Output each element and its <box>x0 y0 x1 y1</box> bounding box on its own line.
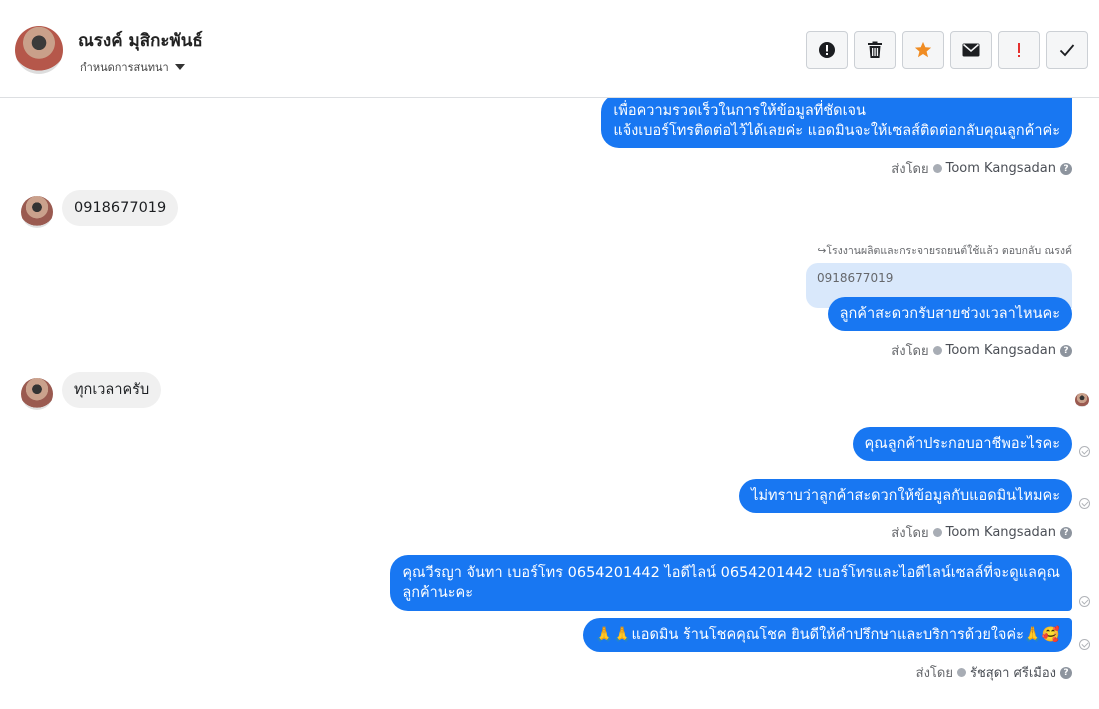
exclamation-icon <box>1018 43 1020 57</box>
sent-by-label: ส่งโดย <box>891 526 929 541</box>
follow-up-button[interactable] <box>998 31 1040 69</box>
message-text: แจ้งเบอร์โทรติดต่อไว้ได้เลยค่ะ แอดมินจะใ… <box>613 123 1060 139</box>
delivered-check-icon <box>1079 596 1090 607</box>
outgoing-message[interactable]: ลูกค้าสะดวกรับสายช่วงเวลาไหนคะ <box>827 297 1072 331</box>
help-icon[interactable]: ? <box>1060 666 1072 679</box>
trash-icon <box>868 41 882 58</box>
delivered-check-icon <box>1079 498 1090 509</box>
caret-down-icon <box>174 64 185 70</box>
message-text: เพื่อความรวดเร็วในการให้ข้อมูลที่ชัดเจน <box>613 103 866 119</box>
delivered-check-icon <box>1079 446 1090 457</box>
sent-by-info: ส่งโดย Toom Kangsadan ? <box>891 158 1072 179</box>
alert-circle-icon <box>819 42 835 58</box>
message-text: ทุกเวลาครับ <box>74 382 150 398</box>
sender-avatar <box>21 378 53 410</box>
conversation-schedule-dropdown[interactable]: กำหนดการสนทนา <box>80 58 185 76</box>
agent-name: รัชสุดา ศรีเมือง <box>969 666 1056 681</box>
delete-button[interactable] <box>854 31 896 69</box>
help-icon[interactable]: ? <box>1060 344 1072 357</box>
sent-by-info: ส่งโดย Toom Kangsadan ? <box>891 522 1072 543</box>
conversation-schedule-label: กำหนดการสนทนา <box>80 61 169 74</box>
agent-name: Toom Kangsadan <box>945 161 1056 176</box>
star-icon <box>914 41 932 58</box>
incoming-message[interactable]: ทุกเวลาครับ <box>62 372 162 408</box>
outgoing-message[interactable]: คุณลูกค้าประกอบอาชีพอะไรคะ <box>852 427 1072 461</box>
message-thread[interactable]: เพื่อความรวดเร็วในการให้ข้อมูลที่ชัดเจน … <box>0 98 1099 709</box>
sent-by-info: ส่งโดย Toom Kangsadan ? <box>891 340 1072 361</box>
help-icon[interactable]: ? <box>1060 526 1072 539</box>
message-toolbar <box>806 31 1088 69</box>
verified-icon <box>932 346 942 355</box>
mark-unread-button[interactable] <box>950 31 992 69</box>
outgoing-message[interactable]: คุณวีรญา จันทา เบอร์โทร 0654201442 ไอดีไ… <box>390 555 1072 611</box>
agent-name: Toom Kangsadan <box>945 343 1056 358</box>
sent-by-label: ส่งโดย <box>891 162 929 177</box>
verified-icon <box>932 164 942 173</box>
message-text: ลูกค้านะคะ <box>402 585 474 601</box>
seen-avatar <box>1075 393 1089 407</box>
outgoing-message[interactable]: ไม่ทราบว่าลูกค้าสะดวกให้ข้อมูลกับแอดมินไ… <box>739 479 1072 513</box>
verified-icon <box>932 528 942 537</box>
sender-avatar <box>21 196 53 228</box>
message-text: 🙏🙏แอดมิน ร้านโชคคุณโชค ยินดีให้คำปรึกษาแ… <box>595 627 1060 643</box>
envelope-icon <box>962 43 980 57</box>
verified-icon <box>956 668 966 677</box>
check-icon <box>1059 44 1075 57</box>
star-button[interactable] <box>902 31 944 69</box>
sent-by-label: ส่งโดย <box>891 344 929 359</box>
contact-avatar[interactable] <box>15 26 63 74</box>
incoming-message[interactable]: 0918677019 <box>62 190 179 226</box>
help-icon[interactable]: ? <box>1060 162 1072 175</box>
message-text: ลูกค้าสะดวกรับสายช่วงเวลาไหนคะ <box>839 306 1060 322</box>
outgoing-message[interactable]: เพื่อความรวดเร็วในการให้ข้อมูลที่ชัดเจน … <box>601 98 1072 148</box>
agent-name: Toom Kangsadan <box>945 525 1056 540</box>
message-text: 0918677019 <box>74 200 167 216</box>
mark-spam-button[interactable] <box>806 31 848 69</box>
message-text: ไม่ทราบว่าลูกค้าสะดวกให้ข้อมูลกับแอดมินไ… <box>751 488 1060 504</box>
message-text: คุณลูกค้าประกอบอาชีพอะไรคะ <box>864 436 1060 452</box>
message-text: คุณวีรญา จันทา เบอร์โทร 0654201442 ไอดีไ… <box>402 565 1060 581</box>
mark-done-button[interactable] <box>1046 31 1088 69</box>
conversation-header: ณรงค์ มุสิกะพันธ์ กำหนดการสนทนา <box>0 0 1099 98</box>
quoted-text: 0918677019 <box>817 271 894 285</box>
contact-name: ณรงค์ มุสิกะพันธ์ <box>78 31 203 51</box>
reply-context: ↪โรงงานผลิตและกระจายรถยนต์ใช้แล้ว ตอบกลั… <box>817 245 1072 257</box>
sent-by-label: ส่งโดย <box>915 666 953 681</box>
sent-by-info: ส่งโดย รัชสุดา ศรีเมือง ? <box>916 662 1072 683</box>
outgoing-message[interactable]: 🙏🙏แอดมิน ร้านโชคคุณโชค ยินดีให้คำปรึกษาแ… <box>583 618 1072 652</box>
delivered-check-icon <box>1079 639 1090 650</box>
